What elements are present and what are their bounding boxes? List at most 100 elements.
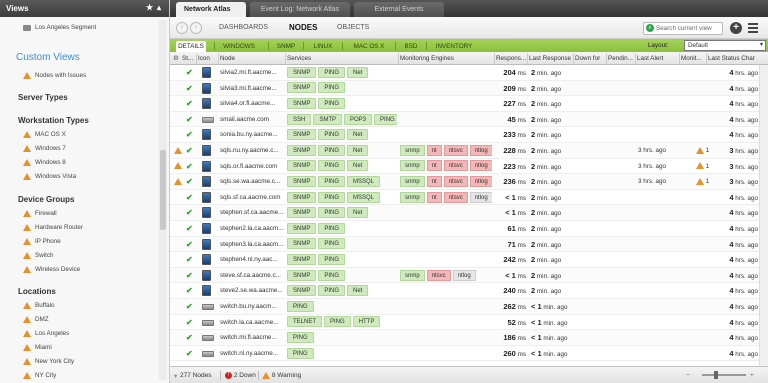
service-badge[interactable]: SNMP (287, 129, 317, 141)
monitor-badge[interactable]: nt (426, 191, 442, 203)
sidebar-item-windows-8[interactable]: Windows 8 (0, 157, 160, 169)
monitor-badge[interactable]: ntsvc (443, 144, 468, 156)
sidebar-item-ip-phone[interactable]: IP Phone (0, 236, 160, 248)
star-icon[interactable]: ★ (146, 3, 153, 12)
table-row[interactable]: ✔ steve.sf.ca.aacme.c... SNMP PING snmp ntsvc… (170, 267, 768, 284)
service-badge[interactable]: PING (318, 176, 346, 188)
service-badge[interactable]: Net (347, 66, 369, 78)
node-name[interactable]: silvia3.mi.fl.aacme... (220, 81, 284, 96)
col-down-for[interactable]: Down for (575, 55, 607, 62)
table-row[interactable]: ✔ sqls.se.wa.aacme.c... SNMP PING MSSQL snmp n… (170, 174, 768, 190)
table-row[interactable]: ✔ silvia2.mi.fl.aacme... SNMP PING Net 204 ms… (170, 65, 768, 81)
service-badge[interactable]: Net (347, 144, 369, 156)
monitor-badge[interactable]: nt (426, 144, 442, 156)
col-pending[interactable]: Pendin... (608, 55, 636, 62)
sidebar-item-mac-os-x[interactable]: MAC OS X (0, 129, 160, 141)
tab-network-atlas[interactable]: Network Atlas (176, 2, 246, 17)
service-badge[interactable]: PING (318, 254, 346, 266)
monitor-badge[interactable]: nt (426, 176, 442, 188)
server-types-heading[interactable]: Server Types (0, 93, 160, 105)
menu-icon[interactable] (748, 23, 758, 33)
node-name[interactable]: stephen3.la.ca.aacm... (220, 237, 284, 252)
sidebar-item-nodes-with-issues[interactable]: Nodes with Issues (0, 70, 160, 82)
service-badge[interactable]: Net (347, 285, 369, 297)
monitor-badge[interactable]: ntlog (469, 176, 492, 188)
filter-tab-windows[interactable]: WINDOWS (216, 41, 262, 52)
service-badge[interactable]: SNMP (287, 191, 317, 203)
node-name[interactable]: stephen.sf.ca.aacme... (220, 205, 284, 220)
node-name[interactable]: switch.mi.fl.aacme... (220, 330, 284, 345)
node-name[interactable]: silvia4.or.fl.aacme... (220, 96, 284, 111)
node-name[interactable]: steve.sf.ca.aacme.c... (220, 268, 284, 283)
monitor-badge[interactable]: ntsvc (443, 160, 468, 172)
filter-tab-mac-os-x[interactable]: MAC OS X (344, 41, 394, 52)
node-name[interactable]: switch.bu.ny.aacm... (220, 299, 284, 314)
service-badge[interactable]: HTTP (352, 316, 381, 328)
sidebar-item-windows-7[interactable]: Windows 7 (0, 143, 160, 155)
service-badge[interactable]: SNMP (287, 82, 317, 94)
layout-select[interactable]: Default ▾ (684, 40, 766, 51)
down-count[interactable]: ! 2 Down (225, 372, 256, 379)
table-row[interactable]: ✔ stephen.sf.ca.aacme... SNMP PING Net < 1 ms… (170, 205, 768, 221)
table-row[interactable]: ✔ stephen3.la.ca.aacm... SNMP PING 71 ms 2 mi… (170, 236, 768, 253)
service-badge[interactable]: Net (347, 207, 369, 219)
service-badge[interactable]: PING (318, 82, 346, 94)
service-badge[interactable]: SNMP (287, 207, 317, 219)
monitor-badge[interactable]: ntsvc (426, 269, 451, 281)
service-badge[interactable]: PING (324, 316, 351, 328)
workstation-types-heading[interactable]: Workstation Types (0, 116, 160, 128)
custom-views-heading[interactable]: Custom Views (0, 52, 160, 66)
monitor-badge[interactable]: ntlog (452, 269, 476, 281)
service-badge[interactable]: SNMP (287, 254, 317, 266)
service-badge[interactable]: SNMP (287, 222, 317, 234)
col-last-response[interactable]: Last Response (529, 55, 573, 62)
locations-heading[interactable]: Locations (0, 287, 160, 299)
service-badge[interactable]: PING (374, 113, 397, 125)
table-row[interactable]: ✔ sqls.nu.ny.aacme.c... SNMP PING Net snmp nt n… (170, 143, 768, 159)
service-badge[interactable]: PING (318, 144, 346, 156)
table-row[interactable]: ✔ sqls.or.fl.aacme.com SNMP PING Net snmp nt nt… (170, 158, 768, 175)
zoom-slider-handle[interactable] (714, 371, 718, 379)
table-scrollbar[interactable] (759, 65, 768, 366)
monitor-badge[interactable]: ntlog (469, 144, 492, 156)
service-badge[interactable]: SNMP (287, 285, 317, 297)
col-last-alert[interactable]: Last Alert (637, 55, 677, 62)
monitor-badge[interactable]: snmp (400, 160, 425, 172)
node-name[interactable]: sqls.sf.ca.aacme.com (220, 190, 284, 205)
sidebar-item-miami[interactable]: Miami (0, 342, 160, 354)
tab-external-events[interactable]: External Events (354, 2, 444, 17)
service-badge[interactable]: PING (318, 160, 346, 172)
table-row[interactable]: ✔ smail.aacme.comSSHSMTPPOP3PINGlinux 45 m… (170, 111, 768, 128)
node-name[interactable]: silvia2.mi.fl.aacme... (220, 65, 284, 80)
service-badge[interactable]: SNMP (287, 66, 317, 78)
zoom-in-icon[interactable]: + (750, 372, 754, 379)
service-badge[interactable]: PING (287, 332, 314, 344)
col-node[interactable]: Node (220, 55, 280, 62)
col-monitors[interactable]: Monit... (681, 55, 705, 62)
service-badge[interactable]: SNMP (287, 176, 317, 188)
table-row[interactable]: ✔ switch.nl.ny.aacme... PING 260 ms < 1 min.… (170, 345, 768, 362)
service-badge[interactable]: MSSQL (347, 191, 381, 203)
node-name[interactable]: sonia.bu.ny.aacme... (220, 127, 284, 142)
service-badge[interactable]: PING (318, 238, 346, 250)
sidebar-item-windows-vista[interactable]: Windows Vista (0, 171, 160, 183)
monitor-badge[interactable]: ntsvc (443, 191, 468, 203)
service-badge[interactable]: PING (318, 191, 346, 203)
zoom-out-icon[interactable]: − (686, 372, 690, 379)
node-name[interactable]: smail.aacme.com (220, 112, 284, 127)
sidebar-item-wireless-device[interactable]: Wireless Device (0, 264, 160, 276)
monitor-warning[interactable]: 1 (696, 174, 712, 189)
sidebar-item-dmz[interactable]: DMZ (0, 314, 160, 326)
service-badge[interactable]: PING (318, 207, 346, 219)
forward-button[interactable]: › (190, 22, 202, 34)
col-services[interactable]: Services (287, 55, 387, 62)
back-button[interactable]: ‹ (176, 22, 188, 34)
monitor-badge[interactable]: ntsvc (443, 176, 468, 188)
service-badge[interactable]: PING (318, 269, 346, 281)
sidebar-item-ny-city[interactable]: NY City (0, 370, 160, 382)
service-badge[interactable]: MSSQL (347, 176, 381, 188)
filter-tab-linux[interactable]: LINUX (305, 41, 341, 52)
service-badge[interactable]: SNMP (287, 238, 317, 250)
nav-objects[interactable]: OBJECTS (337, 24, 369, 31)
sidebar-item-new-york-city[interactable]: New York City (0, 356, 160, 368)
